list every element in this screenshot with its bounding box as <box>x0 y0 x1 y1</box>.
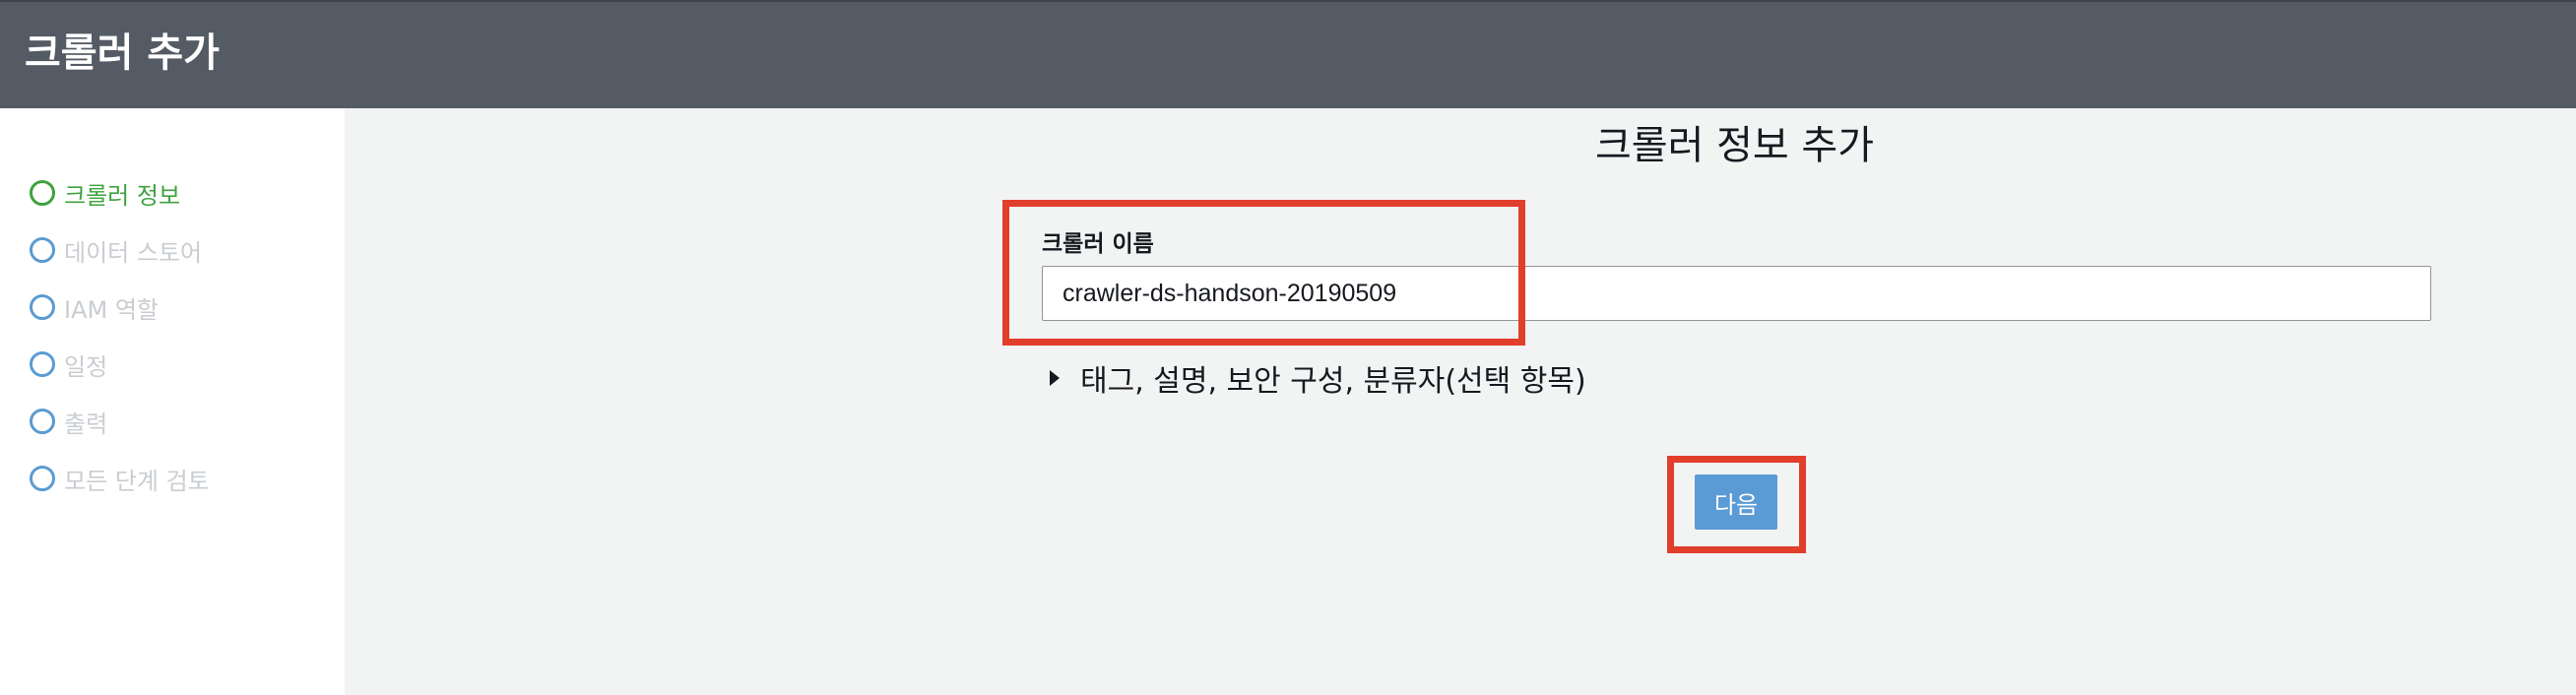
step-circle-icon <box>30 180 55 206</box>
step-circle-icon <box>30 294 55 320</box>
step-review-all[interactable]: 모든 단계 검토 <box>30 459 210 498</box>
caret-right-icon <box>1050 370 1060 386</box>
step-crawler-info[interactable]: 크롤러 정보 <box>30 173 180 213</box>
page-header-title: 크롤러 추가 <box>25 31 220 76</box>
step-iam-role[interactable]: IAM 역할 <box>30 287 159 327</box>
crawler-name-label: 크롤러 이름 <box>1042 231 1154 257</box>
optional-settings-label: 태그, 설명, 보안 구성, 분류자(선택 항목) <box>1080 364 1586 399</box>
step-label: 데이터 스토어 <box>64 238 203 267</box>
wizard-steps-sidebar: 크롤러 정보 데이터 스토어 IAM 역할 일정 출력 모든 단계 검토 <box>0 108 345 695</box>
step-output[interactable]: 출력 <box>30 402 107 441</box>
main-content-panel <box>345 108 2576 695</box>
step-label: 크롤러 정보 <box>64 181 181 210</box>
next-button[interactable]: 다음 <box>1695 474 1777 530</box>
crawler-name-input[interactable] <box>1042 266 2431 321</box>
step-label: 모든 단계 검토 <box>64 467 210 495</box>
top-header: 크롤러 추가 <box>0 0 2576 108</box>
page-title: 크롤러 정보 추가 <box>1595 123 1875 168</box>
step-schedule[interactable]: 일정 <box>30 345 107 384</box>
step-circle-icon <box>30 466 55 491</box>
step-label: 일정 <box>64 352 108 381</box>
optional-settings-expander[interactable]: 태그, 설명, 보안 구성, 분류자(선택 항목) <box>1050 356 1586 400</box>
step-circle-icon <box>30 409 55 434</box>
step-circle-icon <box>30 237 55 263</box>
step-label: IAM 역할 <box>64 295 159 324</box>
step-label: 출력 <box>64 410 108 438</box>
step-circle-icon <box>30 351 55 377</box>
step-data-store[interactable]: 데이터 스토어 <box>30 230 202 270</box>
